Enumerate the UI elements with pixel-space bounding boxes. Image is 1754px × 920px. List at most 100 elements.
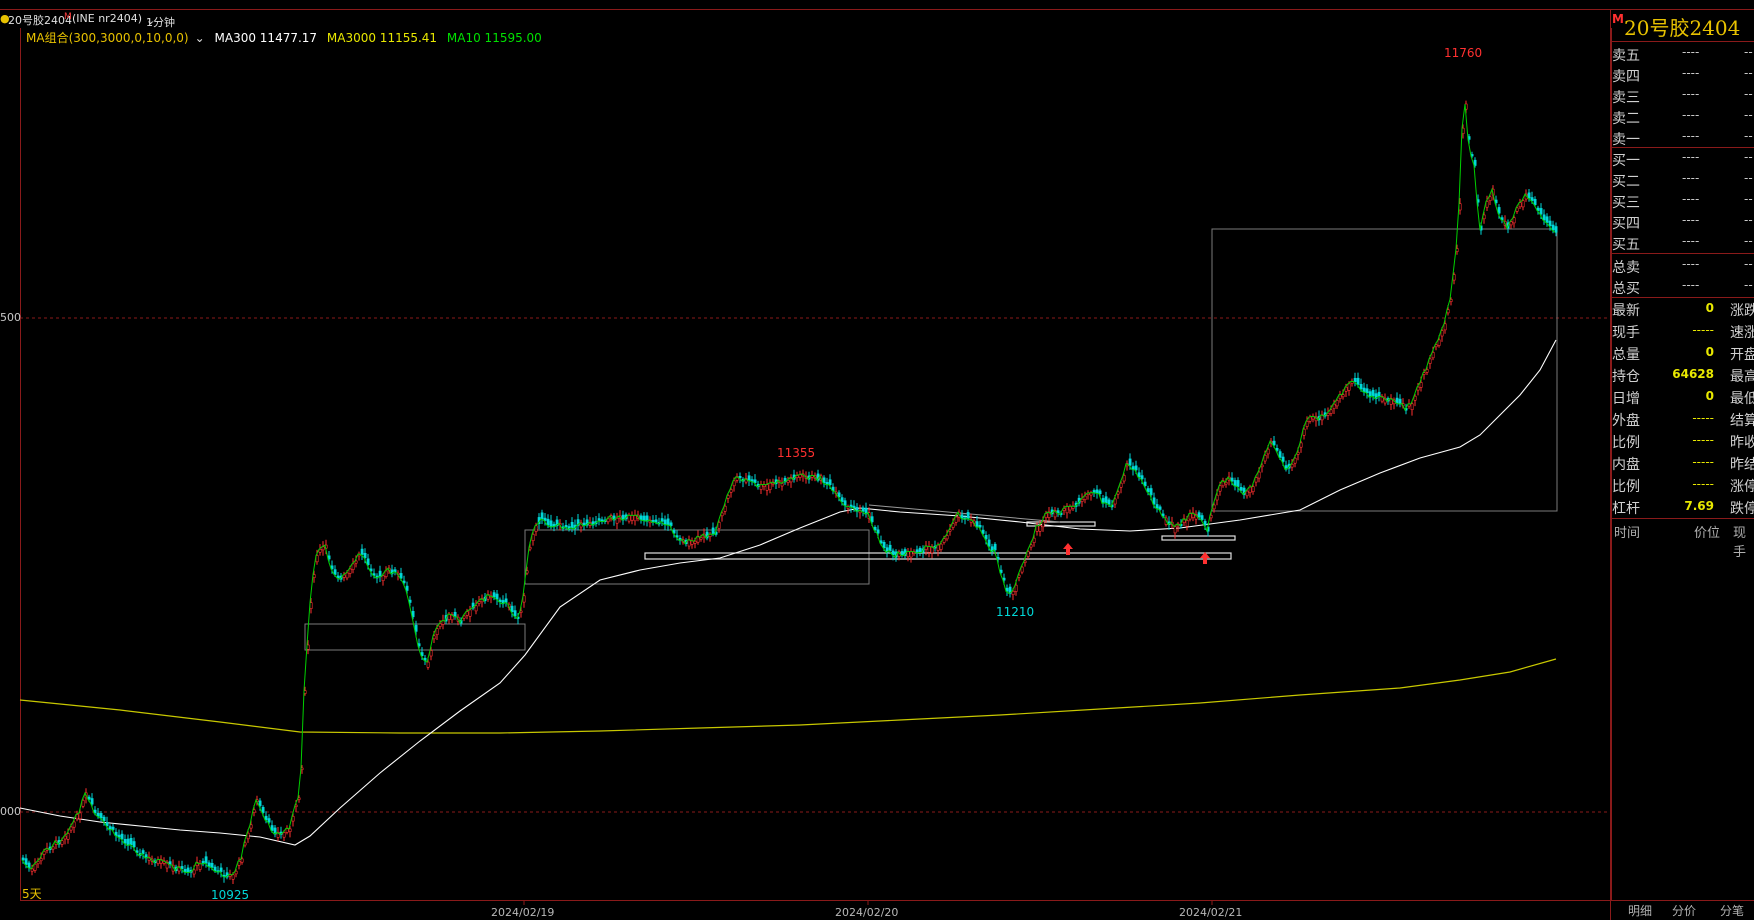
- tab-price-dist[interactable]: 分价: [1672, 902, 1696, 919]
- candle-body: [639, 515, 643, 520]
- candle-body: [261, 806, 265, 813]
- bid-row[interactable]: 买五 ---- --: [1612, 232, 1754, 253]
- candle-body: [1344, 386, 1348, 392]
- y-tick-lower: 000: [0, 805, 21, 818]
- candle-body: [348, 568, 352, 574]
- candle-body: [549, 520, 553, 528]
- candle-body: [1347, 383, 1351, 391]
- candle-body: [1236, 480, 1240, 487]
- candle-body: [1131, 466, 1135, 471]
- candle-body: [861, 507, 865, 512]
- info-row: 内盘 ----- 昨结: [1612, 455, 1754, 473]
- candle-body: [633, 515, 637, 522]
- candle-body: [213, 866, 217, 872]
- candle-body: [1248, 486, 1252, 494]
- candle-body: [282, 832, 286, 838]
- candle-body: [258, 800, 262, 807]
- candle-body: [405, 585, 409, 591]
- x-date-label: 2024/02/20: [835, 906, 899, 919]
- info-row: 持仓 64628 最高: [1612, 367, 1754, 385]
- candle-body: [1425, 369, 1429, 373]
- candle-body: [1278, 451, 1282, 458]
- info-row: 比例 ----- 昨收: [1612, 433, 1754, 451]
- bid-row[interactable]: 买二 ---- --: [1612, 169, 1754, 190]
- info-row: 比例 ----- 涨停: [1612, 477, 1754, 495]
- candle-body: [1485, 201, 1489, 208]
- candle-body: [1353, 377, 1357, 383]
- candle-body: [876, 529, 880, 534]
- candle-body: [942, 538, 946, 543]
- candle-body: [414, 624, 418, 632]
- candle-body: [1119, 482, 1123, 488]
- candle-body: [240, 858, 244, 863]
- range-days-label: 5天: [22, 887, 42, 901]
- info-row: 现手 ----- 速涨: [1612, 323, 1754, 341]
- candle-body: [1107, 499, 1111, 505]
- candle-body: [1245, 490, 1249, 497]
- candle-body: [453, 611, 457, 617]
- ask-row[interactable]: 卖四 ---- --: [1612, 64, 1754, 85]
- candle-body: [1356, 377, 1360, 385]
- candle-body: [900, 551, 904, 556]
- candle-body: [1128, 458, 1132, 466]
- ask-row[interactable]: 卖二 ---- --: [1612, 106, 1754, 127]
- candle-body: [231, 874, 235, 880]
- candle-body: [660, 518, 664, 522]
- candle-body: [840, 497, 844, 502]
- candle-body: [474, 605, 478, 612]
- candlestick-series: [21, 100, 1558, 884]
- candle-body: [717, 522, 721, 529]
- candle-body: [1155, 504, 1159, 509]
- bid-row[interactable]: 买一 ---- --: [1612, 148, 1754, 169]
- support-zone: [1161, 535, 1236, 541]
- candle-body: [1473, 159, 1477, 166]
- candle-body: [1200, 515, 1204, 520]
- candle-body: [468, 609, 472, 617]
- bid-row[interactable]: 买四 ---- --: [1612, 211, 1754, 232]
- candle-body: [723, 505, 727, 512]
- candle-body: [627, 514, 631, 522]
- candle-body: [927, 546, 931, 553]
- candle-body: [1299, 442, 1303, 448]
- candle-body: [90, 798, 94, 805]
- candle-body: [945, 535, 949, 540]
- candle-body: [981, 529, 985, 534]
- candle-body: [1263, 454, 1267, 462]
- candle-body: [129, 837, 133, 845]
- candle-body: [1413, 395, 1417, 401]
- ask-row[interactable]: 卖五 ---- --: [1612, 43, 1754, 64]
- candle-body: [1551, 224, 1555, 231]
- ask-row[interactable]: 卖一 ---- --: [1612, 127, 1754, 148]
- candle-body: [1533, 199, 1537, 206]
- candle-body: [1437, 339, 1441, 346]
- candle-body: [1308, 416, 1312, 422]
- candle-body: [384, 570, 388, 577]
- candle-body: [1338, 394, 1342, 399]
- bid-row[interactable]: 买三 ---- --: [1612, 190, 1754, 211]
- candle-body: [888, 544, 892, 551]
- candle-body: [270, 825, 274, 831]
- candle-body: [1365, 388, 1369, 394]
- candle-body: [951, 523, 955, 528]
- divider: [1611, 900, 1754, 901]
- candle-body: [984, 534, 988, 540]
- candle-body: [975, 521, 979, 528]
- candle-body: [711, 527, 715, 535]
- candle-body: [1509, 221, 1513, 226]
- candle-body: [1290, 463, 1294, 468]
- info-row: 总量 0 开盘: [1612, 345, 1754, 363]
- high-label: 11760: [1444, 46, 1483, 60]
- candle-body: [363, 552, 367, 558]
- tab-tick[interactable]: 分笔: [1720, 902, 1744, 919]
- price-chart[interactable]: [0, 0, 1754, 920]
- candle-body: [1239, 486, 1243, 491]
- candle-body: [333, 569, 337, 575]
- tab-detail[interactable]: 明细: [1628, 902, 1652, 919]
- candle-body: [1293, 457, 1297, 464]
- candle-body: [1197, 512, 1201, 518]
- candle-body: [1251, 486, 1255, 493]
- ask-row[interactable]: 卖三 ---- --: [1612, 85, 1754, 106]
- candle-body: [1203, 520, 1207, 526]
- col-vol: 现手: [1733, 526, 1747, 560]
- candle-body: [1152, 497, 1156, 505]
